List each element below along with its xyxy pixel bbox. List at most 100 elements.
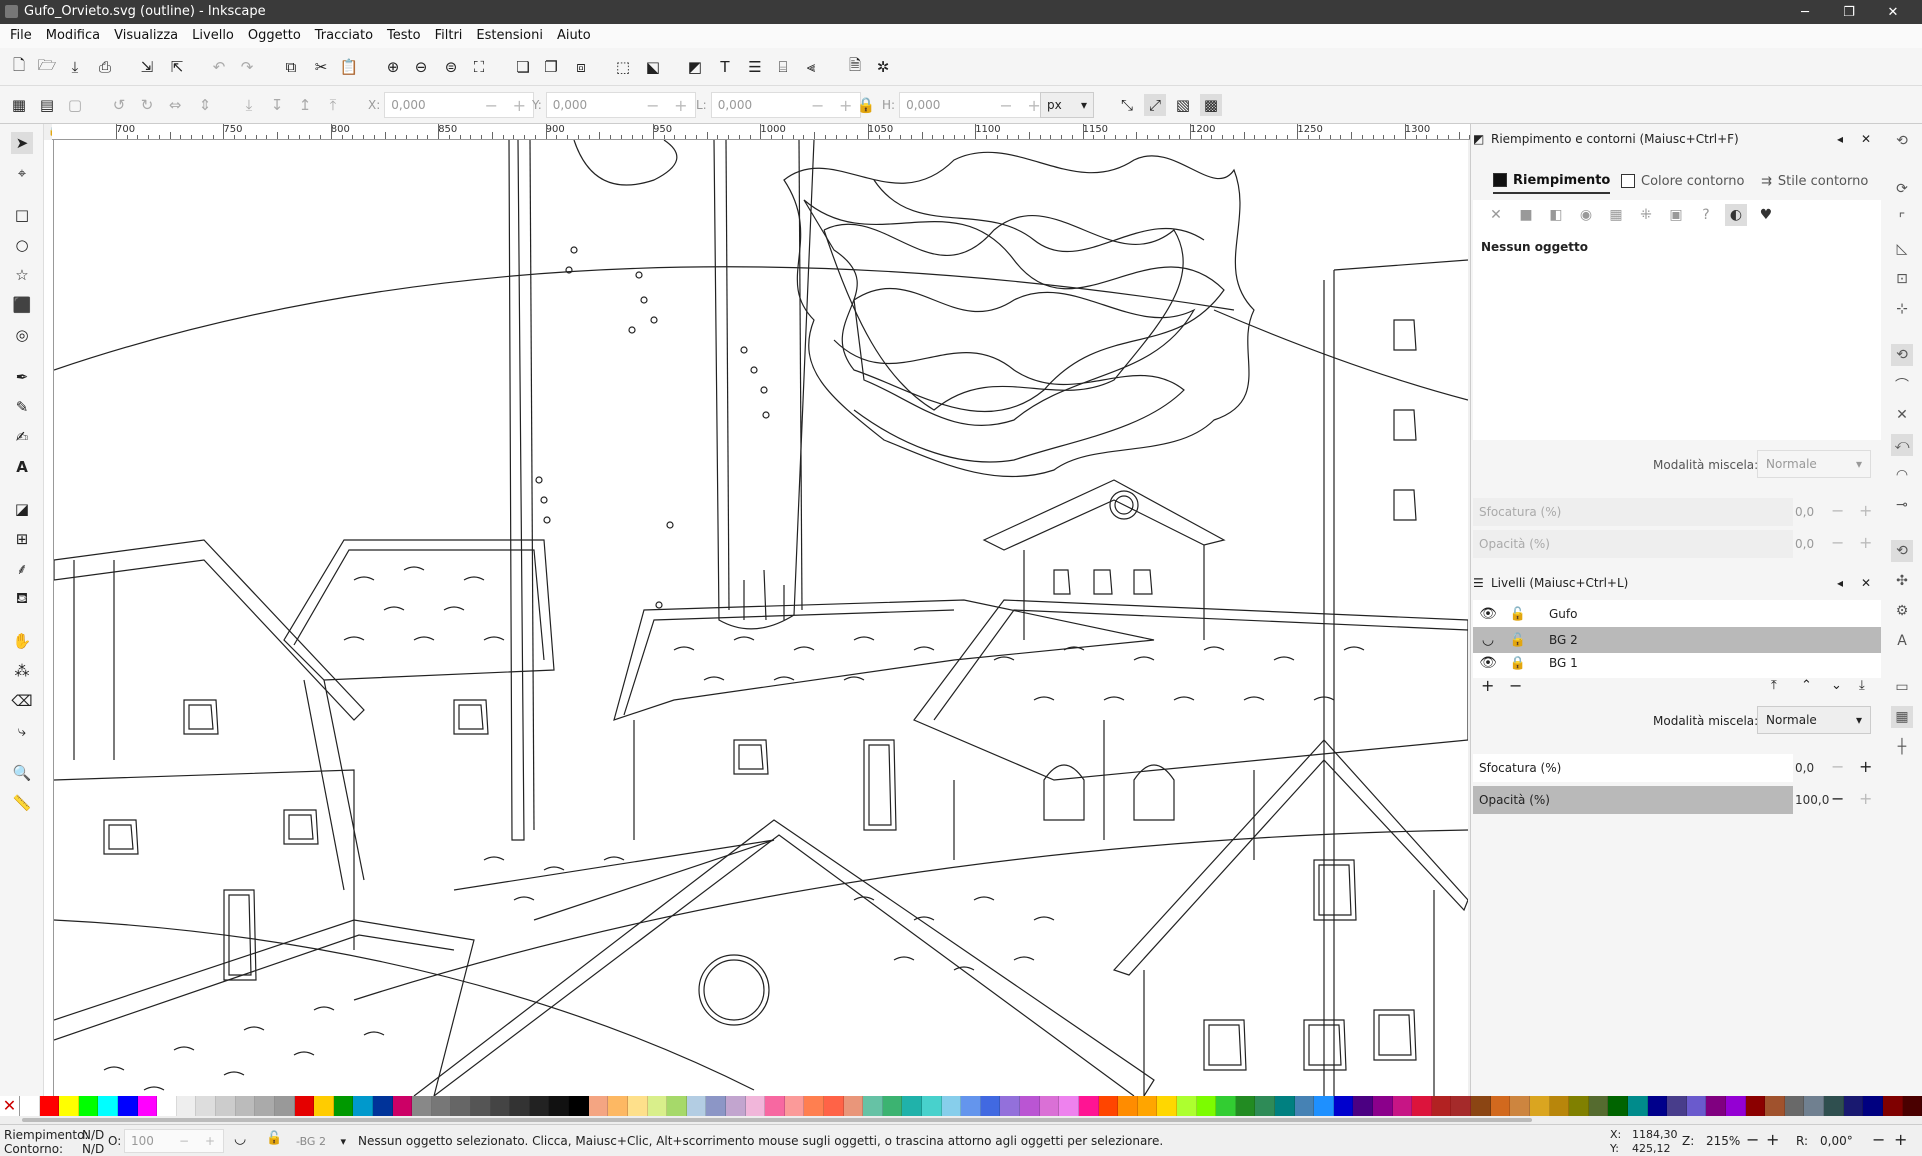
- layer-raise-icon[interactable]: ⌃: [1801, 678, 1812, 693]
- layer-lock-icon[interactable]: 🔓: [266, 1131, 282, 1146]
- scrollbar-thumb[interactable]: [22, 1118, 1532, 1122]
- drawing-canvas[interactable]: [54, 140, 1468, 1096]
- color-swatch[interactable]: [157, 1096, 177, 1116]
- zoom-value[interactable]: 215%: [1706, 1134, 1740, 1148]
- blend-mode-select-disabled[interactable]: Normale ▾: [1757, 450, 1871, 478]
- color-swatch[interactable]: [941, 1096, 962, 1116]
- layer-to-top-icon[interactable]: ⤒: [1771, 678, 1777, 693]
- color-swatch[interactable]: [392, 1096, 413, 1116]
- color-swatch[interactable]: [196, 1096, 217, 1116]
- redo-icon[interactable]: ↷: [236, 56, 258, 78]
- print-icon[interactable]: ⎙: [94, 56, 116, 78]
- flip-horizontal-icon[interactable]: ⇔: [164, 94, 186, 116]
- eye-icon[interactable]: 👁: [1473, 655, 1503, 671]
- snap-toggle-icon[interactable]: ⟲: [1891, 130, 1913, 152]
- rectangle-tool-icon[interactable]: □: [11, 204, 33, 226]
- opacity-minus-button[interactable]: −: [179, 1134, 189, 1148]
- spray-tool-icon[interactable]: ⁂: [11, 660, 33, 682]
- color-swatch[interactable]: [549, 1096, 570, 1116]
- gradient-tool-icon[interactable]: ◪: [11, 498, 33, 520]
- color-swatch[interactable]: [529, 1096, 550, 1116]
- layer-lower-icon[interactable]: ⌄: [1831, 678, 1842, 693]
- export-icon[interactable]: ⇱: [166, 56, 188, 78]
- color-swatch[interactable]: [98, 1096, 119, 1116]
- transform-gradients-icon[interactable]: ▧: [1172, 94, 1194, 116]
- scale-corners-icon[interactable]: ⤢: [1144, 94, 1166, 116]
- flat-color-icon[interactable]: ■: [1515, 204, 1537, 226]
- select-all-icon[interactable]: ▦: [8, 94, 30, 116]
- rotation-value[interactable]: 0,00°: [1820, 1134, 1853, 1148]
- zoom-page-icon[interactable]: ⊜: [440, 56, 462, 78]
- color-swatch[interactable]: [765, 1096, 785, 1116]
- raise-to-top-icon[interactable]: ⤒: [322, 94, 344, 116]
- color-swatch[interactable]: [1706, 1096, 1727, 1116]
- unlock-icon[interactable]: 🔓: [1503, 607, 1533, 622]
- height-minus-button[interactable]: −: [992, 96, 1020, 115]
- unit-select[interactable]: px ▾: [1040, 92, 1094, 118]
- color-swatch[interactable]: [294, 1096, 315, 1116]
- lock-icon[interactable]: 🔒: [1503, 656, 1533, 671]
- color-swatch[interactable]: [1745, 1096, 1766, 1116]
- color-swatch[interactable]: [1039, 1096, 1060, 1116]
- horizontal-scrollbar[interactable]: [0, 1116, 1922, 1124]
- layer-row-gufo[interactable]: 👁 🔓 Gufo: [1473, 601, 1881, 627]
- connector-tool-icon[interactable]: ⤷: [11, 720, 33, 742]
- calligraphy-tool-icon[interactable]: ✍: [11, 426, 33, 448]
- color-swatch[interactable]: [647, 1096, 668, 1116]
- snap-nodes-icon[interactable]: ⟲: [1891, 344, 1913, 366]
- color-swatch[interactable]: [1863, 1096, 1883, 1116]
- x-plus-button[interactable]: +: [505, 96, 533, 115]
- lower-icon[interactable]: ↧: [266, 94, 288, 116]
- color-swatch[interactable]: [1451, 1096, 1472, 1116]
- color-swatch[interactable]: [922, 1096, 942, 1116]
- ungroup-icon[interactable]: ⬕: [642, 56, 664, 78]
- menu-modifica[interactable]: Modifica: [39, 24, 107, 48]
- color-swatch[interactable]: [274, 1096, 295, 1116]
- fill-rule-evenodd-icon[interactable]: ◐: [1725, 204, 1747, 226]
- scale-stroke-icon[interactable]: ⤡: [1116, 94, 1138, 116]
- undo-icon[interactable]: ↶: [208, 56, 230, 78]
- color-swatch[interactable]: [1294, 1096, 1315, 1116]
- pattern-icon[interactable]: ⁜: [1635, 204, 1657, 226]
- opacity-value[interactable]: 0,0: [1795, 537, 1835, 551]
- dock-collapse-icon[interactable]: ◂: [1837, 576, 1843, 590]
- node-tool-icon[interactable]: ⌖: [11, 162, 33, 184]
- color-swatch[interactable]: [1510, 1096, 1530, 1116]
- eraser-tool-icon[interactable]: ⌫: [11, 690, 33, 712]
- color-swatch[interactable]: [745, 1096, 766, 1116]
- color-swatch[interactable]: [471, 1096, 491, 1116]
- unlink-clone-icon[interactable]: ⧈: [570, 56, 592, 78]
- swatch-icon[interactable]: ▣: [1665, 204, 1687, 226]
- dropper-tool-icon[interactable]: ⸙: [11, 558, 33, 580]
- eye-icon[interactable]: 👁: [1473, 606, 1503, 622]
- 3d-box-tool-icon[interactable]: ⬛: [11, 294, 33, 316]
- color-swatch[interactable]: [1627, 1096, 1648, 1116]
- menu-estensioni[interactable]: Estensioni: [469, 24, 550, 48]
- zoom-selection-icon[interactable]: ⊕: [382, 56, 404, 78]
- current-layer-select[interactable]: -BG 2 ▾: [292, 1129, 350, 1153]
- color-swatch[interactable]: [1059, 1096, 1079, 1116]
- fill-stroke-header[interactable]: ◩ Riempimento e contorni (Maiusc+Ctrl+F)…: [1471, 126, 1883, 152]
- no-paint-icon[interactable]: ✕: [1485, 204, 1507, 226]
- menu-file[interactable]: File: [0, 24, 39, 48]
- color-swatch[interactable]: [1353, 1096, 1374, 1116]
- snap-smooth-icon[interactable]: ◠: [1891, 464, 1913, 486]
- color-swatch[interactable]: [1216, 1096, 1236, 1116]
- layers-icon[interactable]: ☰: [744, 56, 766, 78]
- layer-to-bottom-icon[interactable]: ⤓: [1859, 678, 1865, 693]
- menu-tracciato[interactable]: Tracciato: [308, 24, 380, 48]
- layer-opacity-minus-button[interactable]: −: [1831, 789, 1844, 808]
- unset-paint-icon[interactable]: ?: [1695, 204, 1717, 226]
- width-input[interactable]: 0,000: [712, 98, 804, 112]
- snap-center-icon[interactable]: ✣: [1891, 570, 1913, 592]
- width-minus-button[interactable]: −: [804, 96, 832, 115]
- opacity-plus-button[interactable]: +: [1859, 533, 1872, 552]
- color-swatch[interactable]: [804, 1096, 824, 1116]
- x-minus-button[interactable]: −: [477, 96, 505, 115]
- blur-slider-disabled[interactable]: Sfocatura (%): [1473, 498, 1793, 526]
- color-swatch[interactable]: [59, 1096, 79, 1116]
- color-swatch[interactable]: [451, 1096, 472, 1116]
- eye-closed-icon[interactable]: ◡: [1473, 632, 1503, 648]
- color-swatch[interactable]: [843, 1096, 864, 1116]
- color-swatch[interactable]: [1412, 1096, 1432, 1116]
